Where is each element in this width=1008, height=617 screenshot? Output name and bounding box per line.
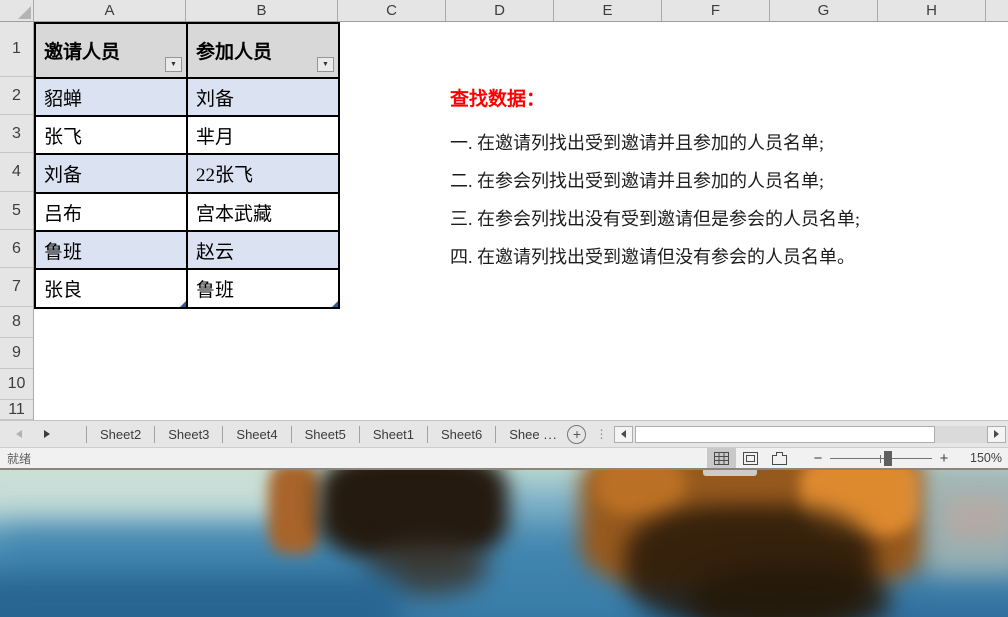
table-resize-handle[interactable] — [332, 301, 338, 307]
tabs-scroll-right-icon[interactable] — [44, 430, 50, 438]
ready-status: 就绪 — [7, 450, 31, 467]
table-cell[interactable]: 赵云 — [188, 232, 340, 270]
zoom-level[interactable]: 150% — [960, 451, 1002, 465]
zoom-slider-midpoint — [880, 455, 881, 463]
notes-block: 查找数据： 一. 在邀请列找出受到邀请并且参加的人员名单;二. 在参会列找出受到… — [450, 84, 860, 276]
zoom-slider-thumb[interactable] — [884, 451, 892, 466]
desktop-wallpaper — [0, 470, 1008, 617]
page-break-preview-button[interactable] — [765, 448, 794, 469]
scroll-left-icon — [621, 430, 626, 438]
row-header-4[interactable]: 4 — [0, 153, 33, 192]
column-header-A[interactable]: A — [34, 0, 186, 21]
note-line: 四. 在邀请列找出受到邀请但没有参会的人员名单。 — [450, 238, 860, 276]
table-cell[interactable]: 吕布 — [36, 194, 188, 232]
window-edge-notch — [703, 470, 757, 476]
zoom-out-button[interactable]: − — [808, 450, 828, 467]
table-cell[interactable]: 22张飞 — [188, 155, 340, 194]
sheet-tab-sheet2[interactable]: Sheet2 — [87, 421, 154, 447]
notes-lines: 一. 在邀请列找出受到邀请并且参加的人员名单;二. 在参会列找出受到邀请并且参加… — [450, 124, 860, 276]
scroll-right-icon — [994, 430, 999, 438]
wallpaper-shape — [945, 495, 1008, 540]
column-header-G[interactable]: G — [770, 0, 878, 21]
scrollbar-left-button[interactable] — [614, 426, 633, 443]
zoom-in-button[interactable]: + — [934, 450, 954, 467]
note-line: 二. 在参会列找出受到邀请并且参加的人员名单; — [450, 162, 860, 200]
sheet-tab-sheet6[interactable]: Sheet6 — [428, 421, 495, 447]
sheet-tab-truncated[interactable]: Shee — [496, 421, 541, 447]
data-table: 邀请人员▼参加人员▼貂蝉刘备张飞芈月刘备22张飞吕布宫本武藏鲁班赵云张良鲁班 — [34, 22, 340, 309]
status-bar: 就绪 − — [0, 447, 1008, 468]
note-line: 三. 在参会列找出没有受到邀请但是参会的人员名单; — [450, 200, 860, 238]
sheet-tab-bar: Sheet2Sheet3Sheet4Sheet5Sheet1Sheet6 She… — [0, 420, 1008, 447]
row-header-8[interactable]: 8 — [0, 307, 33, 338]
column-header-D[interactable]: D — [446, 0, 554, 21]
row-header-2[interactable]: 2 — [0, 77, 33, 115]
table-cell[interactable]: 鲁班 — [188, 270, 340, 309]
sheet-tab-sheet1[interactable]: Sheet1 — [360, 421, 427, 447]
row-header-3[interactable]: 3 — [0, 115, 33, 153]
excel-window: ABCDEFGH 1234567891011 邀请人员▼参加人员▼貂蝉刘备张飞芈… — [0, 0, 1008, 617]
scrollbar-track[interactable] — [935, 426, 987, 443]
notes-title: 查找数据： — [450, 84, 860, 111]
sheet-tabs: Sheet2Sheet3Sheet4Sheet5Sheet1Sheet6 — [87, 421, 495, 447]
select-all-triangle-icon — [18, 6, 31, 19]
page-break-icon — [772, 452, 787, 465]
table-cell[interactable]: 鲁班 — [36, 232, 188, 270]
tabs-scroll-left-icon[interactable] — [16, 430, 22, 438]
select-all-corner[interactable] — [0, 0, 34, 21]
row-header-10[interactable]: 10 — [0, 369, 33, 400]
table-header-cell[interactable]: 参加人员▼ — [188, 24, 340, 79]
normal-view-button[interactable] — [707, 448, 736, 469]
wallpaper-shape — [0, 575, 400, 617]
status-bar-right: − + 150% — [707, 448, 1008, 468]
table-cell[interactable]: 刘备 — [36, 155, 188, 194]
row-header-5[interactable]: 5 — [0, 192, 33, 230]
row-header-7[interactable]: 7 — [0, 268, 33, 307]
table-cell[interactable]: 宫本武藏 — [188, 194, 340, 232]
row-headers: 1234567891011 — [0, 22, 34, 420]
column-header-B[interactable]: B — [186, 0, 338, 21]
table-cell[interactable]: 张飞 — [36, 117, 188, 155]
table-resize-handle[interactable] — [180, 301, 186, 307]
row-header-1[interactable]: 1 — [0, 22, 33, 77]
chevron-down-icon: ▼ — [322, 61, 329, 68]
sheet-tab-sheet5[interactable]: Sheet5 — [292, 421, 359, 447]
sheet-tab-sheet4[interactable]: Sheet4 — [223, 421, 290, 447]
tabs-overflow-ellipsis: ... — [544, 427, 558, 442]
wallpaper-shape — [690, 565, 890, 617]
sheet-tab-sheet3[interactable]: Sheet3 — [155, 421, 222, 447]
column-header-stub — [986, 0, 1008, 21]
column-header-F[interactable]: F — [662, 0, 770, 21]
filter-dropdown-button[interactable]: ▼ — [317, 57, 334, 72]
zoom-slider-track[interactable] — [830, 458, 932, 459]
grid-view-icon — [714, 452, 729, 465]
page-layout-icon — [743, 452, 758, 465]
table-cell[interactable]: 刘备 — [188, 79, 340, 117]
note-line: 一. 在邀请列找出受到邀请并且参加的人员名单; — [450, 124, 860, 162]
new-sheet-button[interactable]: + — [567, 425, 586, 444]
column-header-H[interactable]: H — [878, 0, 986, 21]
zoom-slider[interactable] — [830, 451, 932, 466]
scrollbar-thumb[interactable] — [635, 426, 935, 443]
table-cell[interactable]: 芈月 — [188, 117, 340, 155]
tabbar-gripper-icon[interactable]: ⋮ — [595, 427, 607, 441]
row-header-11[interactable]: 11 — [0, 400, 33, 420]
table-header-cell[interactable]: 邀请人员▼ — [36, 24, 188, 79]
filter-dropdown-button[interactable]: ▼ — [165, 57, 182, 72]
table-cell[interactable]: 张良 — [36, 270, 188, 309]
wallpaper-shape — [268, 470, 320, 554]
column-headers: ABCDEFGH — [0, 0, 1008, 22]
row-header-6[interactable]: 6 — [0, 230, 33, 268]
worksheet-grid[interactable]: 邀请人员▼参加人员▼貂蝉刘备张飞芈月刘备22张飞吕布宫本武藏鲁班赵云张良鲁班 查… — [34, 22, 1008, 420]
horizontal-scrollbar — [614, 426, 1006, 443]
page-layout-view-button[interactable] — [736, 448, 765, 469]
table-cell[interactable]: 貂蝉 — [36, 79, 188, 117]
scrollbar-right-button[interactable] — [987, 426, 1006, 443]
column-header-E[interactable]: E — [554, 0, 662, 21]
chevron-down-icon: ▼ — [170, 61, 177, 68]
plus-icon: + — [573, 427, 581, 441]
row-header-9[interactable]: 9 — [0, 338, 33, 369]
column-header-C[interactable]: C — [338, 0, 446, 21]
wallpaper-shape — [595, 470, 685, 515]
